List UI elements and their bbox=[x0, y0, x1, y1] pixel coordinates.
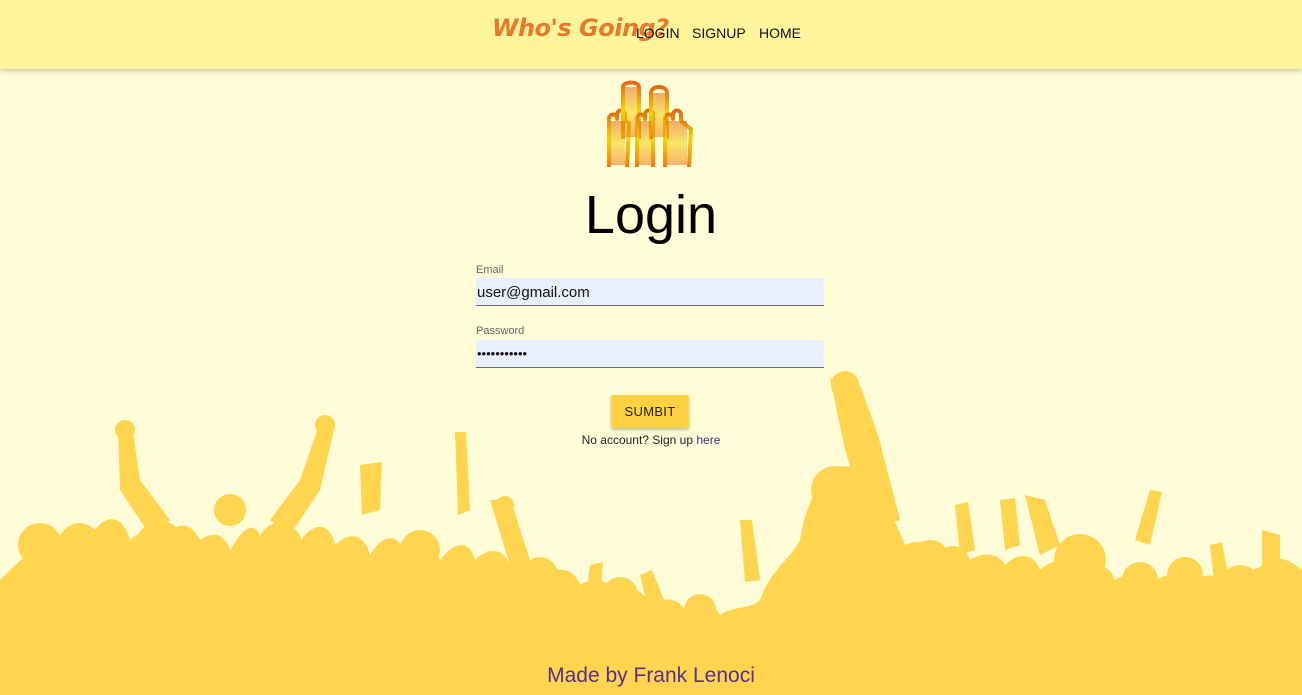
page-title: Login bbox=[584, 185, 718, 245]
submit-button[interactable]: SUMBIT bbox=[611, 395, 689, 428]
signup-prompt: No account? Sign up here bbox=[0, 433, 1302, 447]
signup-here-link[interactable]: here bbox=[696, 433, 720, 447]
raised-hands-logo-icon bbox=[607, 80, 693, 168]
password-field[interactable] bbox=[476, 340, 824, 368]
footer-credit: Made by Frank Lenoci bbox=[547, 664, 755, 687]
password-value[interactable]: ••••••••••• bbox=[477, 346, 527, 361]
nav-home-link[interactable]: HOME bbox=[759, 25, 801, 41]
email-value[interactable]: user@gmail.com bbox=[477, 284, 590, 301]
nav-login-link[interactable]: LOGIN bbox=[636, 25, 680, 41]
password-label: Password bbox=[476, 325, 525, 337]
signup-prompt-text: No account? Sign up bbox=[581, 433, 694, 447]
navbar: Who's Going? LOGIN SIGNUP HOME bbox=[0, 0, 1302, 69]
email-label: Email bbox=[476, 264, 504, 276]
nav-signup-link[interactable]: SIGNUP bbox=[692, 25, 746, 41]
